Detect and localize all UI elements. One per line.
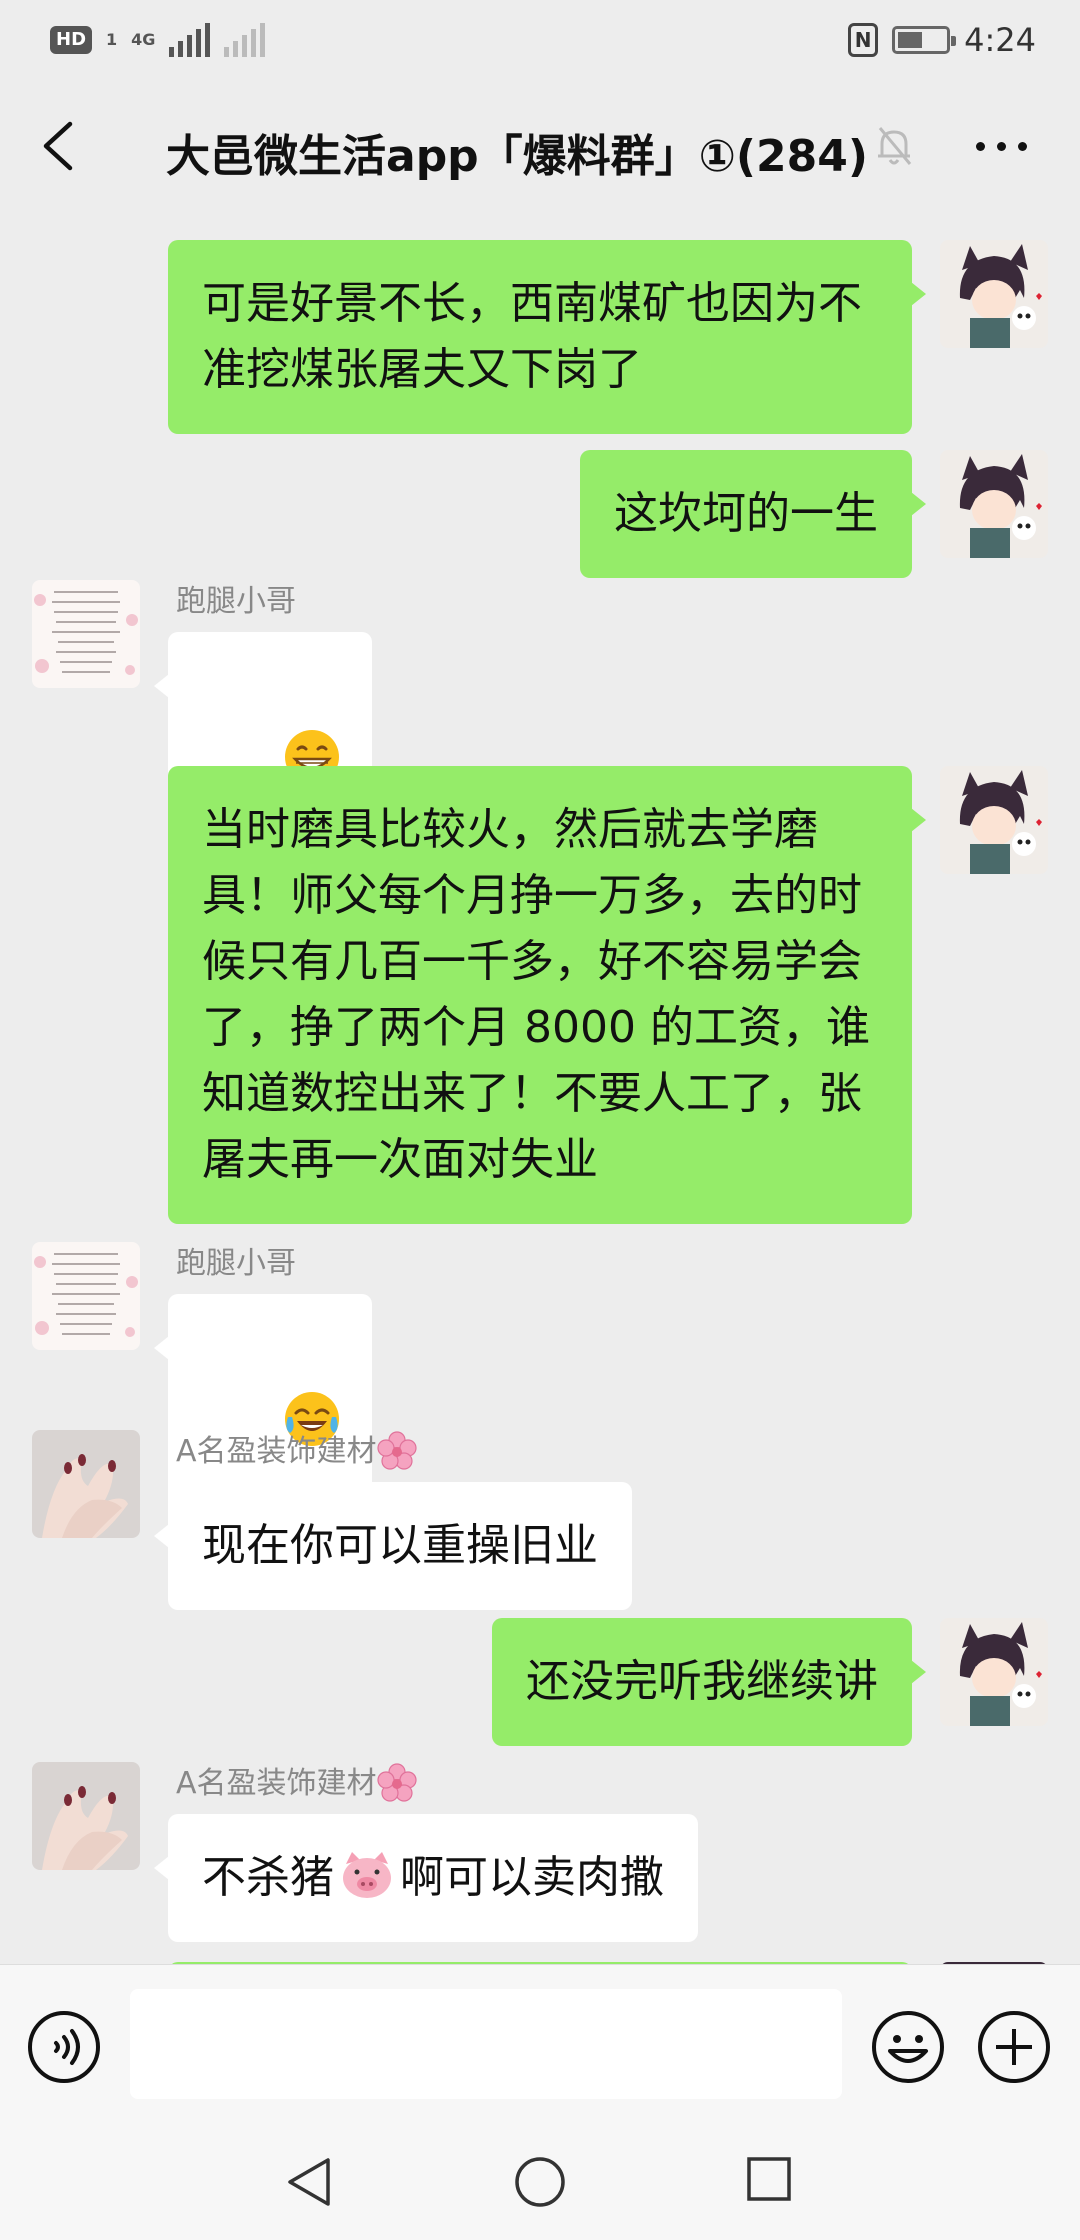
status-bar: HD 1 4G N 4:24 — [0, 0, 1080, 80]
signal-2-icon — [224, 23, 266, 57]
chevron-left-icon[interactable] — [34, 118, 84, 174]
message-item: 跑腿小哥 — [0, 580, 1080, 878]
network-type: 4G — [131, 30, 156, 49]
chat-header: 大邑微生活app「爆料群」①(284) — [0, 80, 1080, 212]
pig-face-emoji — [343, 1852, 391, 1898]
message-item: 跑腿小哥 — [0, 1242, 1080, 1540]
system-nav-bar — [0, 2124, 1080, 2240]
avatar-paotui[interactable] — [32, 580, 140, 688]
chat-title: 大邑微生活app「爆料群」①(284) — [166, 131, 869, 182]
nfc-icon: N — [848, 23, 879, 57]
status-right: N 4:24 — [848, 21, 1036, 59]
message-text: 啊可以卖肉撒 — [400, 1852, 664, 1903]
more-dots-icon[interactable] — [976, 134, 1032, 158]
sim-indicator: 1 — [106, 30, 118, 49]
voice-icon[interactable] — [26, 2009, 102, 2085]
message-item: 这坎坷的一生 — [0, 438, 1080, 578]
cherry-blossom-icon — [376, 1431, 417, 1470]
bell-muted-icon — [878, 127, 912, 165]
message-item: A名盈装饰建材 现在你可以重操旧业 — [0, 1430, 1080, 1610]
message-item: A名盈装饰建材 不杀猪 啊可以卖肉撒 — [0, 1762, 1080, 1942]
message-item: 当时磨具比较火，然后就去学磨 具！师父每个月挣一万多，去的时 候只有几百一千多，… — [0, 754, 1080, 1224]
avatar-self[interactable] — [940, 1618, 1048, 1726]
message-bubble[interactable]: 现在你可以重操旧业 — [154, 1482, 632, 1610]
plus-icon[interactable] — [976, 2009, 1052, 2085]
sender-name: A名盈装饰建材 — [176, 1758, 417, 1803]
clock: 4:24 — [964, 21, 1036, 59]
message-text: 不杀猪 — [202, 1852, 334, 1903]
cherry-blossom-icon — [376, 1763, 417, 1802]
nav-recent-icon[interactable] — [746, 2156, 792, 2202]
avatar-mingying[interactable] — [32, 1430, 140, 1538]
sender-name-text: A名盈装饰建材 — [176, 1766, 377, 1801]
avatar-self[interactable] — [940, 240, 1048, 348]
nav-home-icon[interactable] — [514, 2156, 566, 2208]
message-item: 还没完听我继续讲 — [0, 1606, 1080, 1746]
avatar-mingying[interactable] — [32, 1762, 140, 1870]
message-bubble[interactable]: 还没完听我继续讲 — [492, 1618, 926, 1746]
message-bubble[interactable]: 可是好景不长，西南煤矿也因为不 准挖煤张屠夫又下岗了 — [168, 240, 926, 434]
signal-icon — [169, 23, 211, 57]
message-list[interactable]: 可是好景不长，西南煤矿也因为不 准挖煤张屠夫又下岗了 这坎坷的一生 跑腿小哥 当… — [0, 212, 1080, 1964]
hd-badge: HD — [50, 26, 93, 54]
avatar-self[interactable] — [940, 766, 1048, 874]
avatar-paotui[interactable] — [32, 1242, 140, 1350]
message-bubble[interactable]: 当时磨具比较火，然后就去学磨 具！师父每个月挣一万多，去的时 候只有几百一千多，… — [168, 766, 926, 1224]
sender-name: 跑腿小哥 — [176, 1246, 296, 1281]
message-input[interactable] — [130, 1989, 842, 2099]
message-item: 可是好景不长，西南煤矿也因为不 准挖煤张屠夫又下岗了 — [0, 228, 1080, 434]
sender-name-text: A名盈装饰建材 — [176, 1434, 377, 1469]
emoji-icon[interactable] — [870, 2009, 946, 2085]
avatar-self[interactable] — [940, 450, 1048, 558]
message-bubble[interactable]: 不杀猪 啊可以卖肉撒 — [154, 1814, 698, 1942]
battery-icon — [892, 26, 957, 54]
sender-name: 跑腿小哥 — [176, 584, 296, 619]
message-item — [0, 1950, 1080, 1964]
input-bar — [0, 1964, 1080, 2124]
nav-back-icon[interactable] — [284, 2154, 336, 2210]
sender-name: A名盈装饰建材 — [176, 1426, 417, 1471]
message-bubble[interactable]: 这坎坷的一生 — [580, 450, 926, 578]
status-left: HD 1 4G — [50, 23, 266, 57]
